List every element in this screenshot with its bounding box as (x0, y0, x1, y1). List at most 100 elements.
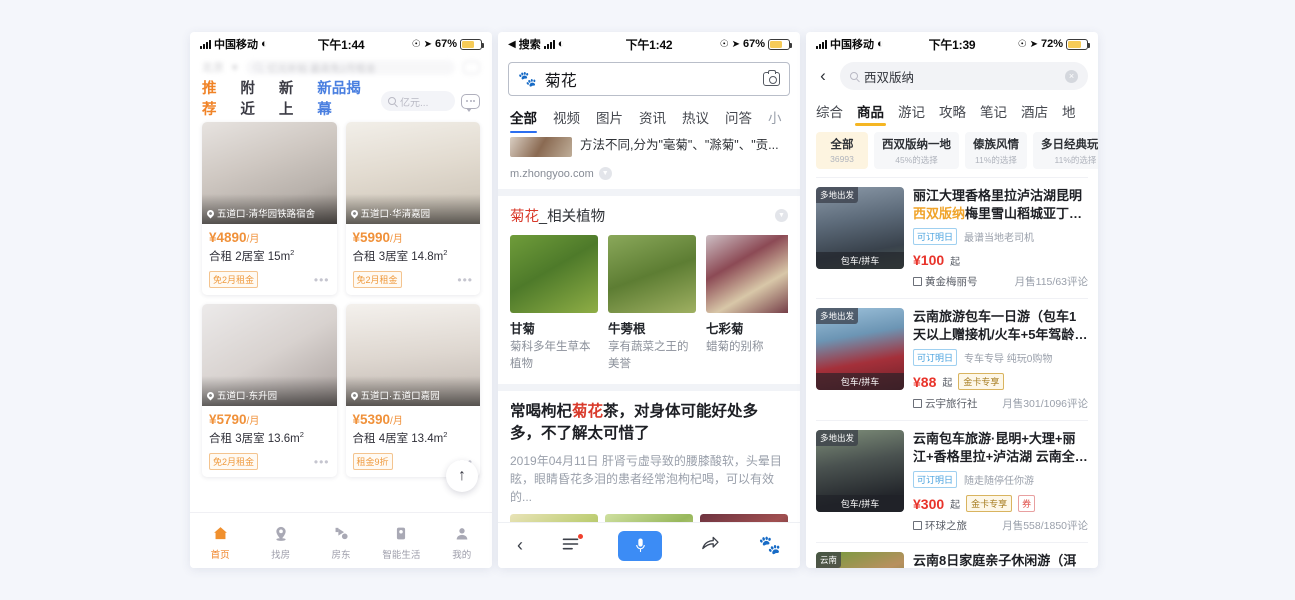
search-input[interactable]: 菊花 (545, 67, 755, 91)
more-options-icon[interactable]: ••• (314, 456, 330, 468)
coupon-tag: 券 (1018, 495, 1036, 513)
tab-nearby[interactable]: 附近 (240, 77, 265, 126)
more-options-icon[interactable]: ••• (457, 274, 473, 286)
listing-card[interactable]: 五道口·清华园铁路宿舍 ¥4890/月 合租 2居室 15m2 免2月租金 ••… (202, 122, 337, 295)
chevron-down-icon[interactable]: ▼ (775, 209, 788, 222)
back-chevron-icon[interactable]: ‹ (814, 66, 832, 86)
product-photo: 多地出发 包车/拼车 (816, 430, 904, 513)
tab-new[interactable]: 新上 (279, 77, 304, 126)
chip-subtitle: 45%的选择 (895, 155, 938, 165)
filter-chip-multiday[interactable]: 多日经典玩法 11%的选择 (1033, 132, 1098, 169)
plant-desc: 蜡菊的别称 (706, 341, 764, 353)
product-title: 云南旅游包车一日游（包车1天以上赠接机/火车+5年驾龄老... (913, 309, 1077, 342)
nav-item-home[interactable]: 首页 (194, 525, 246, 561)
share-arrow-icon[interactable] (700, 535, 720, 556)
travel-result-tabs: 综合 商品 游记 攻略 笔记 酒店 地 (806, 96, 1098, 126)
more-options-icon[interactable]: ••• (314, 274, 330, 286)
plant-item[interactable]: 牛蒡根 享有蔬菜之王的美誉 (608, 235, 696, 372)
chevron-down-icon[interactable]: ▼ (598, 167, 612, 180)
chip-subtitle: 11%的选择 (975, 155, 1017, 165)
camera-icon[interactable] (763, 70, 780, 86)
chip-title: 全部 (830, 139, 854, 151)
related-plants-card: 菊花 _相关植物 ▼ 甘菊 菊科多年生草本植物 牛蒡根 享有蔬菜之王的美誉 七彩菊 (498, 196, 800, 372)
tab-guide[interactable]: 攻略 (939, 101, 966, 121)
tab-travelogue[interactable]: 游记 (898, 101, 925, 121)
nav-item-find-house[interactable]: 找房 (255, 525, 307, 561)
tab-hotel[interactable]: 酒店 (1021, 101, 1048, 121)
product-item[interactable]: 多地出发 包车/拼车 云南包车旅游·昆明+大理+丽江+香格里拉+泸沽湖 云南全境… (816, 420, 1088, 542)
menu-lines-icon[interactable] (561, 534, 584, 556)
travel-search-row: ‹ 西双版纳 × (806, 56, 1098, 96)
product-price-row: ¥100 起 (913, 252, 1088, 268)
alarm-icon: ☉ (1017, 38, 1027, 50)
clear-icon[interactable]: × (1065, 69, 1078, 83)
plant-name: 七彩菊 (706, 322, 744, 336)
back-chevron-icon[interactable]: ‹ (517, 535, 523, 556)
tab-hot[interactable]: 热议 (682, 107, 709, 127)
product-item[interactable]: 多地出发 包车/拼车 丽江大理香格里拉泸沽湖昆明西双版纳梅里雪山稻城亚丁普者..… (816, 177, 1088, 298)
status-right: ☉ ➤ 67% (720, 38, 792, 50)
plant-item[interactable]: 甘菊 菊科多年生草本植物 (510, 235, 598, 372)
related-plants-title: 菊花 _相关植物 ▼ (510, 205, 788, 226)
tab-recommend[interactable]: 推荐 (202, 77, 227, 126)
scroll-to-top-button[interactable]: ↑ (446, 460, 478, 492)
listing-card[interactable]: 五道口·五道口嘉园 ¥5390/月 合租 4居室 13.4m2 租金9折 ••• (345, 304, 480, 477)
result-url[interactable]: m.zhongyoo.com (510, 168, 594, 180)
filter-chip-dai-culture[interactable]: 傣族风情 11%的选择 (965, 132, 1027, 169)
promo-tag: 租金9折 (352, 453, 393, 470)
listing-location: 五道口·清华园铁路宿舍 (202, 194, 337, 224)
listing-location: 五道口·华清嘉园 (345, 194, 480, 224)
tab-overall[interactable]: 综合 (816, 101, 843, 121)
map-pin-icon (273, 525, 289, 543)
tab-qa[interactable]: 问答 (725, 107, 752, 127)
feature-tag: 最谱当地老司机 (964, 233, 1035, 245)
listing-card[interactable]: 五道口·东升园 ¥5790/月 合租 3居室 13.6m2 免2月租金 ••• (202, 304, 337, 477)
search-result-item[interactable]: 方法不同,分为"毫菊"、"滁菊"、"贡... m.zhongyoo.com ▼ (498, 131, 800, 180)
nav-item-mine[interactable]: 我的 (436, 525, 488, 561)
product-item[interactable]: 多地出发 包车/拼车 云南旅游包车一日游（包车1天以上赠接机/火车+5年驾龄老.… (816, 298, 1088, 420)
price-suffix: 起 (942, 378, 953, 390)
tab-all[interactable]: 全部 (510, 107, 537, 133)
product-price-row: ¥300 起 金卡专享 券 (913, 495, 1088, 513)
nav-item-landlord[interactable]: 房东 (315, 525, 367, 561)
microphone-button[interactable] (618, 530, 663, 561)
plant-item[interactable]: 七彩菊 蜡菊的别称 (706, 235, 788, 372)
tab-place[interactable]: 地 (1062, 101, 1076, 121)
listing-location-label: 五道口·东升园 (217, 391, 278, 402)
listing-card[interactable]: 五道口·华清嘉园 ¥5990/月 合租 3居室 14.8m2 免2月租金 ••• (345, 122, 480, 295)
listing-price: ¥5990/月 (353, 230, 474, 245)
tab-video[interactable]: 视频 (553, 107, 580, 127)
blurred-search-pill[interactable]: 亿元补贴 最高免2月租金 (245, 59, 455, 75)
tab-products[interactable]: 商品 (855, 101, 886, 126)
status-bar-phone3: 中国移动 ◐ 下午1:39 ☉ ➤ 72% (806, 32, 1098, 56)
shop-label: 环球之旅 (925, 520, 967, 533)
shop-name[interactable]: 环球之旅 (913, 518, 967, 533)
spec-sup: 2 (299, 430, 304, 440)
listing-body: ¥4890/月 合租 2居室 15m2 免2月租金 ••• (202, 224, 337, 295)
product-info: 云南旅游包车一日游（包车1天以上赠接机/火车+5年驾龄老... 可订明日 专车专… (913, 308, 1088, 411)
search-input[interactable]: 西双版纳 × (840, 62, 1088, 90)
filter-chip-all[interactable]: 全部 36993 (816, 132, 868, 169)
price-value: ¥300 (913, 495, 945, 512)
search-input[interactable]: 亿元... (381, 91, 456, 111)
tab-notes[interactable]: 笔记 (980, 101, 1007, 121)
message-icon[interactable] (461, 93, 481, 112)
search-icon (850, 72, 858, 80)
product-item[interactable]: 云南 云南8日家庭亲子休闲游（洱海网红玻璃球·白桌子·千种海景... (816, 542, 1088, 568)
result-url-row: m.zhongyoo.com ▼ (510, 167, 788, 180)
shop-name[interactable]: 云宇旅行社 (913, 396, 978, 411)
filter-chip-xishuangbanna[interactable]: 西双版纳一地 45%的选择 (874, 132, 959, 169)
shop-name[interactable]: 黄金梅丽号 (913, 274, 978, 289)
tab-new-products[interactable]: 新品揭幕 (317, 77, 368, 126)
tab-image[interactable]: 图片 (596, 107, 623, 127)
listing-photo: 五道口·清华园铁路宿舍 (202, 122, 337, 224)
price-value: ¥5990 (352, 230, 391, 245)
baidu-paw-icon[interactable]: 🐾 (758, 535, 780, 556)
tab-more[interactable]: 小 (768, 107, 782, 127)
price-value: ¥5790 (209, 412, 247, 427)
tab-news[interactable]: 资讯 (639, 107, 666, 127)
baidu-search-box[interactable]: 🐾 菊花 (508, 62, 790, 96)
nav-item-smart-life[interactable]: 智能生活 (375, 525, 427, 561)
title-keyword: 菊花 (510, 209, 539, 225)
city-selector[interactable]: 北京 (202, 59, 224, 75)
